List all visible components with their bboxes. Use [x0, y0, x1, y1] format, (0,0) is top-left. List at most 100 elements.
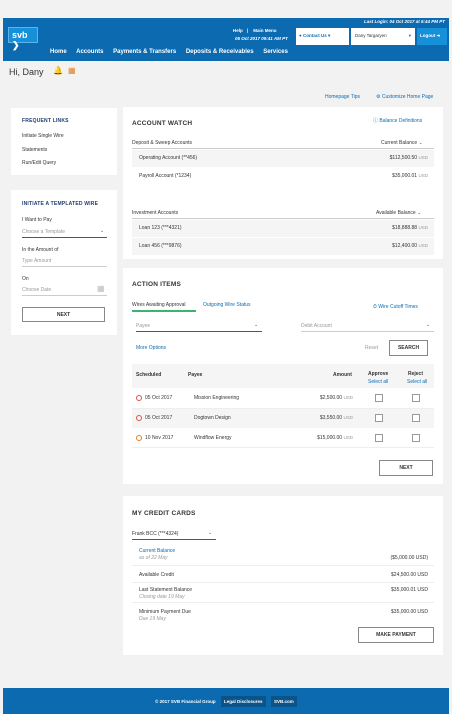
approve-checkbox[interactable] — [375, 434, 383, 442]
scheduled-date: 05 Oct 2017 — [145, 395, 173, 401]
investment-header: Investment Accounts — [132, 210, 179, 216]
reject-checkbox[interactable] — [412, 414, 420, 422]
chevron-down-icon[interactable]: ⌄ — [208, 530, 212, 536]
card-select-underline — [132, 539, 216, 540]
templated-wire-card: INITIATE A TEMPLATED WIRE I Want to Pay … — [11, 190, 117, 335]
account-name[interactable]: Loan 123 (***4321) — [139, 225, 182, 231]
approve-checkbox[interactable] — [375, 414, 383, 422]
help-link[interactable]: Help — [233, 28, 243, 33]
action-items-card: ACTION ITEMS Wires Awaiting Approval Out… — [123, 268, 443, 484]
balance-definitions-link[interactable]: ⓘ Balance Definitions — [373, 117, 422, 124]
tab-wires-awaiting[interactable]: Wires Awaiting Approval — [132, 302, 186, 308]
template-select[interactable]: Choose a Template — [22, 229, 65, 235]
amount-label: In the Amount of — [22, 247, 59, 253]
customize-link[interactable]: ⚙ Customize Home Page — [376, 94, 433, 100]
contact-us-button[interactable]: ● Contact Us ▾ — [296, 28, 349, 45]
chevron-down-icon[interactable]: ⌄ — [254, 322, 258, 328]
bell-icon[interactable]: 🔔 — [53, 66, 63, 75]
payee-name: Mission Engineering — [194, 395, 240, 401]
main-menu-link[interactable]: Main Menu — [253, 28, 276, 33]
divider — [132, 148, 434, 149]
current-datetime: 05 Oct 2017 09:41 AM PT — [235, 36, 288, 41]
tab-outgoing-wire[interactable]: Outgoing Wire Status — [203, 302, 251, 308]
current-balance-sort[interactable]: Current Balance ⌄ — [381, 140, 423, 146]
footer: © 2017 SVB Financial Group Legal Disclos… — [3, 688, 449, 714]
deposit-header: Deposit & Sweep Accounts — [132, 140, 193, 146]
current-balance-amount: ($5,000.00 USD) — [390, 555, 428, 561]
nav-home[interactable]: Home — [50, 49, 67, 55]
date-input[interactable]: Choose Date — [22, 287, 51, 293]
templated-wire-title: INITIATE A TEMPLATED WIRE — [22, 201, 99, 207]
divider — [132, 602, 434, 603]
frequent-link[interactable]: Initiate Single Wire — [22, 133, 64, 139]
user-menu[interactable]: Dany Targaryen ▾ — [351, 28, 415, 45]
date-underline — [22, 295, 107, 296]
chevron-down-icon[interactable]: ⌄ — [100, 228, 104, 234]
minimum-payment-sub: Due 19 May — [139, 616, 166, 622]
account-amount: $112,500.50 USD — [389, 155, 428, 161]
available-balance-sort[interactable]: Available Balance ⌄ — [376, 210, 421, 216]
minimum-payment-label: Minimum Payment Due — [139, 609, 191, 615]
homepage-tips-link[interactable]: Homepage Tips — [325, 94, 360, 100]
wire-amount: $3,550.00 USD — [319, 415, 353, 421]
col-scheduled: Scheduled — [136, 372, 162, 378]
template-underline — [22, 237, 107, 238]
legal-disclosures-link[interactable]: Legal Disclosures — [221, 696, 266, 707]
next-button[interactable]: NEXT — [379, 460, 433, 476]
search-button[interactable]: SEARCH — [389, 340, 428, 356]
frequent-link[interactable]: Statements — [22, 147, 47, 153]
more-options-link[interactable]: More Options — [136, 345, 166, 351]
credit-cards-card: MY CREDIT CARDS Frank BCC (***4324) ⌄ Cu… — [123, 496, 443, 655]
wire-cutoff-link[interactable]: ⏱ Wire Cutoff Times — [373, 304, 418, 310]
scheduled-date: 05 Oct 2017 — [145, 415, 173, 421]
account-name[interactable]: Loan 456 (***9876) — [139, 243, 182, 249]
copyright: © 2017 SVB Financial Group — [155, 699, 216, 704]
card-select[interactable]: Frank BCC (***4324) — [132, 531, 178, 537]
payee-select[interactable]: Payee — [136, 323, 150, 329]
clock-icon — [136, 415, 142, 421]
calendar-icon[interactable]: ▦ — [68, 66, 76, 75]
nav-deposits[interactable]: Deposits & Receivables — [186, 49, 254, 55]
frequent-link[interactable]: Run/Edit Query — [22, 160, 56, 166]
table-row[interactable] — [132, 429, 434, 448]
approve-select-all[interactable]: Select all — [368, 379, 388, 385]
action-items-title: ACTION ITEMS — [132, 281, 181, 288]
nav-services[interactable]: Services — [263, 49, 288, 55]
amount-underline — [22, 266, 107, 267]
nav-accounts[interactable]: Accounts — [76, 49, 103, 55]
calendar-icon[interactable]: ▦ — [97, 284, 105, 293]
reset-link[interactable]: Reset — [365, 345, 378, 351]
wire-amount: $2,500.00 USD — [319, 395, 353, 401]
table-row[interactable] — [132, 409, 434, 428]
make-payment-button[interactable]: MAKE PAYMENT — [358, 627, 434, 643]
account-amount: $35,000.01 USD — [392, 173, 428, 179]
last-statement-label: Last Statement Balance — [139, 587, 193, 593]
amount-input[interactable]: Type Amount — [22, 258, 51, 264]
current-balance-sub: as of 22 May — [139, 555, 168, 561]
account-amount: $18,888.88 USD — [392, 225, 428, 231]
divider — [132, 218, 434, 219]
account-name[interactable]: Payroll Account (*1234) — [139, 173, 191, 179]
reject-checkbox[interactable] — [412, 434, 420, 442]
current-balance-label[interactable]: Current Balance — [139, 548, 175, 554]
logout-button[interactable]: Logout ➜ — [417, 28, 447, 45]
svb-logo[interactable]: svb ❯ — [8, 27, 38, 50]
reject-checkbox[interactable] — [412, 394, 420, 402]
debit-underline — [301, 331, 434, 332]
frequent-links-card: FREQUENT LINKS Initiate Single Wire Stat… — [11, 108, 117, 175]
next-button[interactable]: NEXT — [22, 307, 105, 322]
chevron-down-icon[interactable]: ⌄ — [426, 322, 430, 328]
reject-select-all[interactable]: Select all — [407, 379, 427, 385]
debit-account-select[interactable]: Debit Account — [301, 323, 332, 329]
table-row[interactable] — [132, 390, 434, 409]
col-reject: Reject — [408, 371, 424, 377]
account-watch-card: ACCOUNT WATCH ⓘ Balance Definitions Depo… — [123, 107, 443, 259]
account-name[interactable]: Operating Account (**456) — [139, 155, 197, 161]
last-statement-amount: $35,000.01 USD — [391, 587, 428, 593]
svb-com-link[interactable]: SVB.com — [271, 696, 297, 707]
account-amount: $12,400.00 USD — [392, 243, 428, 249]
main-nav: Home Accounts Payments & Transfers Depos… — [50, 49, 296, 55]
approve-checkbox[interactable] — [375, 394, 383, 402]
available-credit-label: Available Credit — [139, 572, 174, 578]
nav-payments[interactable]: Payments & Transfers — [113, 49, 176, 55]
